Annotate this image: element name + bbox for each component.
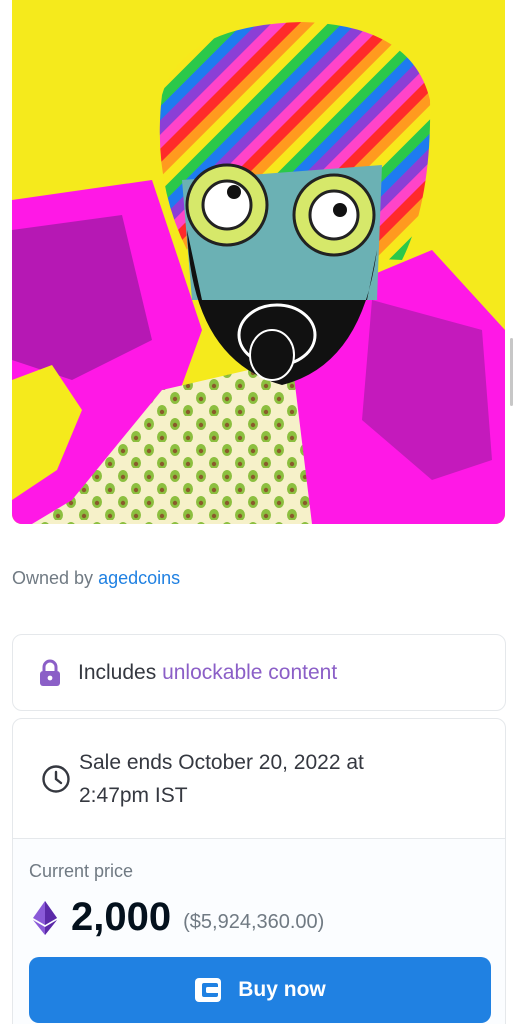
wallet-icon: [195, 978, 222, 1002]
unlockable-text: Includes unlockable content: [78, 661, 337, 685]
nft-artwork-image[interactable]: [12, 0, 505, 524]
unlockable-content-card[interactable]: Includes unlockable content: [12, 634, 506, 711]
ethereum-icon: [33, 900, 57, 935]
current-price-label: Current price: [29, 861, 134, 881]
price-usd: ($5,924,360.00): [183, 911, 325, 933]
owned-by-label: Owned by: [12, 568, 94, 588]
price-row: 2,000 ($5,924,360.00): [33, 895, 324, 940]
price-value: 2,000: [71, 895, 172, 939]
buy-now-button[interactable]: Buy now: [29, 957, 491, 1023]
owned-by-row: Owned by agedcoins: [12, 568, 180, 589]
unlockable-prefix: Includes: [78, 660, 157, 684]
sale-end-section: Sale ends October 20, 2022 at 2:47pm IST: [13, 719, 505, 839]
buy-now-label: Buy now: [238, 978, 326, 1001]
owner-link[interactable]: agedcoins: [98, 568, 180, 588]
sale-ends-text: Sale ends October 20, 2022 at 2:47pm IST: [79, 750, 364, 807]
scrollbar-thumb[interactable]: [510, 338, 513, 406]
lock-icon: [40, 659, 60, 686]
nft-artwork-illustration: [12, 0, 505, 524]
sale-card: Sale ends October 20, 2022 at 2:47pm IST…: [12, 718, 506, 1024]
unlockable-content-link[interactable]: unlockable content: [162, 661, 337, 684]
clock-icon: [42, 764, 70, 793]
price-section: Current price 2,000 ($5,924,360.00) Buy …: [13, 839, 505, 1024]
